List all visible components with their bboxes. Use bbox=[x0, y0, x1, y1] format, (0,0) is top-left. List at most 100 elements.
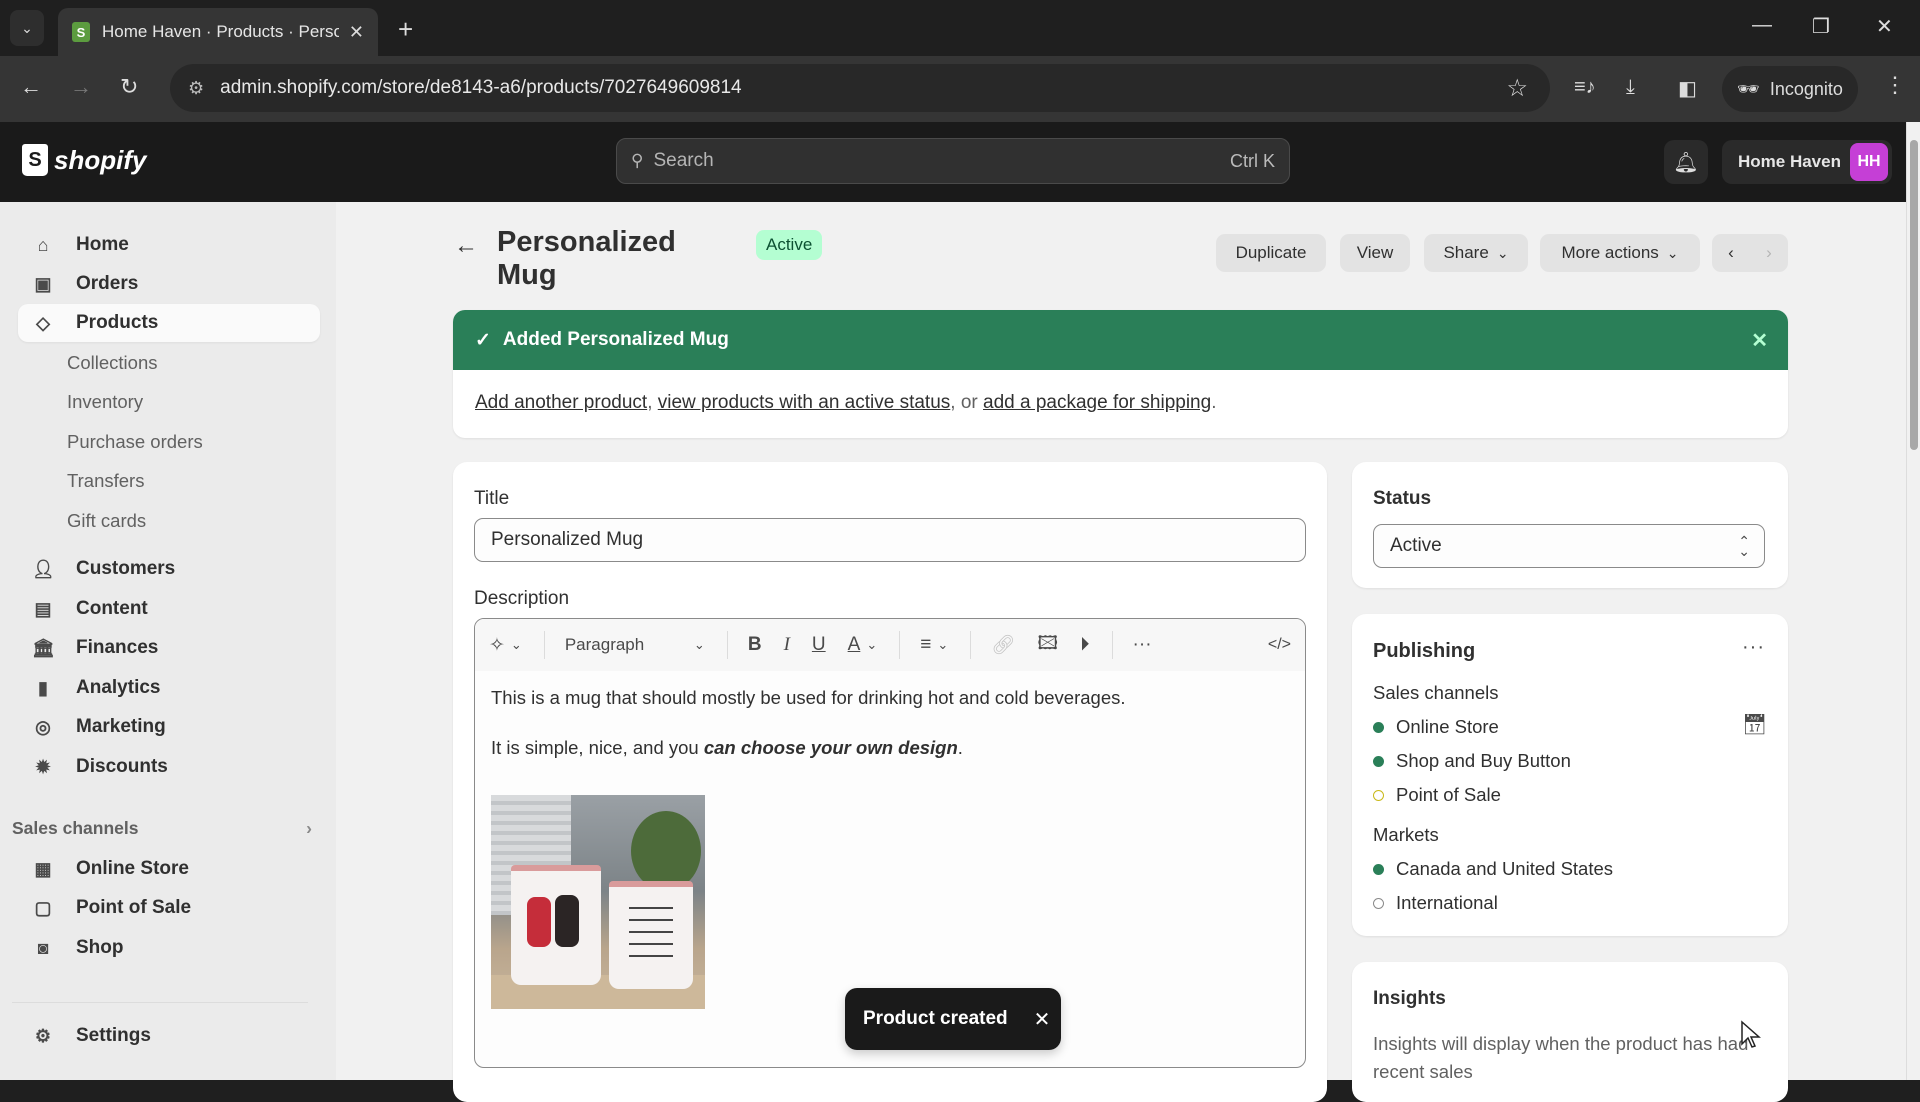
download-icon[interactable]: ⤓ bbox=[1626, 76, 1635, 99]
page-scrollbar[interactable] bbox=[1906, 122, 1920, 1080]
description-text: . bbox=[957, 737, 963, 758]
align-left-icon: ≡ bbox=[920, 634, 932, 655]
image-mug-right bbox=[609, 881, 693, 989]
search-input[interactable]: ⚲ Search Ctrl K bbox=[616, 138, 1290, 184]
mug-text-line bbox=[629, 955, 673, 957]
sidebar-item-label: Discounts bbox=[76, 756, 168, 777]
sidebar-item-marketing[interactable]: ◎ Marketing bbox=[18, 708, 320, 746]
toolbar-divider bbox=[899, 631, 901, 659]
publishing-title: Publishing bbox=[1373, 640, 1476, 662]
shopify-logo[interactable]: S shopify bbox=[22, 144, 146, 176]
mouse-cursor-icon bbox=[1741, 1020, 1761, 1048]
url-text: admin.shopify.com/store/de8143-a6/produc… bbox=[220, 77, 742, 98]
add-another-product-link[interactable]: Add another product bbox=[475, 392, 647, 413]
toast-message: Product created bbox=[863, 1008, 1008, 1029]
chevron-right-icon: › bbox=[306, 818, 312, 838]
product-image[interactable] bbox=[491, 795, 705, 1009]
minimize-icon[interactable]: — bbox=[1752, 14, 1772, 37]
share-button[interactable]: Share ⌄ bbox=[1424, 234, 1528, 272]
logo-text: shopify bbox=[54, 144, 147, 175]
close-window-icon[interactable]: ✕ bbox=[1876, 14, 1893, 39]
close-banner-icon[interactable]: ✕ bbox=[1751, 328, 1768, 353]
channel-online-store: Online Store bbox=[1373, 716, 1499, 738]
more-actions-button[interactable]: More actions ⌄ bbox=[1540, 234, 1700, 272]
close-toast-icon[interactable]: ✕ bbox=[1034, 1007, 1051, 1032]
sidebar-item-shop[interactable]: ◙ Shop bbox=[18, 929, 320, 967]
duplicate-button[interactable]: Duplicate bbox=[1216, 234, 1326, 272]
sidebar-item-products[interactable]: ◇ Products bbox=[18, 304, 320, 342]
site-settings-icon[interactable]: ⚙ bbox=[188, 78, 204, 99]
view-button[interactable]: View bbox=[1340, 234, 1410, 272]
scrollbar-thumb[interactable] bbox=[1910, 140, 1918, 450]
more-formatting-button[interactable]: ··· bbox=[1133, 634, 1152, 656]
reload-icon[interactable]: ↻ bbox=[120, 74, 138, 100]
sidebar-item-home[interactable]: ⌂ Home bbox=[18, 226, 320, 264]
schedule-calendar-icon[interactable]: 📅︎ bbox=[1742, 712, 1767, 737]
star-icon[interactable]: ☆ bbox=[1506, 74, 1528, 103]
previous-product-icon[interactable]: ‹ bbox=[1728, 243, 1734, 263]
view-active-products-link[interactable]: view products with an active status bbox=[658, 392, 951, 413]
insert-image-icon[interactable]: 🖾 bbox=[1037, 629, 1058, 661]
gear-icon: ⚙ bbox=[34, 1025, 52, 1046]
text-color-button[interactable]: A ⌄ bbox=[848, 634, 878, 656]
sidebar-subitem-purchase-orders[interactable]: Purchase orders bbox=[67, 431, 203, 453]
bold-button[interactable]: B bbox=[748, 634, 762, 656]
inbox-icon: ▣ bbox=[34, 273, 52, 294]
link-icon[interactable]: 🔗︎ bbox=[991, 633, 1015, 657]
address-bar[interactable]: ⚙ admin.shopify.com/store/de8143-a6/prod… bbox=[170, 64, 1550, 112]
share-label: Share bbox=[1443, 243, 1489, 262]
browser-tab[interactable]: S Home Haven · Products · Personalized M… bbox=[58, 8, 378, 56]
next-product-icon[interactable]: › bbox=[1766, 243, 1772, 263]
add-package-link[interactable]: add a package for shipping bbox=[983, 392, 1211, 413]
italic-button[interactable]: I bbox=[784, 634, 790, 656]
sidebar-item-orders[interactable]: ▣ Orders bbox=[18, 265, 320, 303]
back-arrow-icon[interactable]: ← bbox=[454, 232, 478, 260]
kebab-menu-icon[interactable]: ⋮ bbox=[1884, 72, 1906, 98]
sidebar-subitem-transfers[interactable]: Transfers bbox=[67, 470, 144, 492]
tab-list-button[interactable]: ⌄ bbox=[10, 10, 44, 46]
description-label: Description bbox=[474, 588, 570, 609]
sidebar-item-content[interactable]: ▤ Content bbox=[18, 590, 320, 628]
sidebar-item-label: Finances bbox=[76, 637, 159, 658]
side-panel-icon[interactable]: ◧ bbox=[1678, 76, 1697, 101]
media-controls-icon[interactable]: ≡♪ bbox=[1574, 76, 1596, 99]
sidebar-subitem-gift-cards[interactable]: Gift cards bbox=[67, 510, 146, 532]
sales-channels-heading: Sales channels bbox=[1373, 682, 1499, 703]
sales-channels-header[interactable]: Sales channels › bbox=[12, 818, 312, 839]
publishing-more-icon[interactable]: ··· bbox=[1742, 636, 1765, 659]
notifications-button[interactable]: 🔔︎ bbox=[1664, 140, 1708, 184]
browser-tab-bar: ⌄ S Home Haven · Products · Personalized… bbox=[0, 0, 1920, 56]
new-tab-button[interactable]: + bbox=[398, 14, 413, 45]
incognito-indicator[interactable]: 🕶 Incognito bbox=[1722, 66, 1858, 112]
sidebar-item-finances[interactable]: 🏛︎ Finances bbox=[18, 629, 320, 667]
align-button[interactable]: ≡ ⌄ bbox=[920, 634, 948, 656]
sidebar-item-label: Online Store bbox=[76, 858, 189, 879]
title-input[interactable]: Personalized Mug bbox=[474, 518, 1306, 562]
sidebar-subitem-collections[interactable]: Collections bbox=[67, 352, 158, 374]
sidebar-item-label: Orders bbox=[76, 273, 139, 294]
sidebar-item-analytics[interactable]: ▮ Analytics bbox=[18, 669, 320, 707]
format-select[interactable]: Paragraph ⌄ bbox=[565, 635, 705, 655]
sidebar-item-settings[interactable]: ⚙ Settings bbox=[18, 1017, 320, 1055]
select-arrows-icon: ⌃ ⌄ bbox=[1738, 533, 1750, 559]
underline-button[interactable]: U bbox=[812, 634, 826, 656]
code-view-button[interactable]: </> bbox=[1268, 636, 1291, 654]
sidebar-subitem-inventory[interactable]: Inventory bbox=[67, 391, 143, 413]
sidebar-item-point-of-sale[interactable]: ▢ Point of Sale bbox=[18, 889, 320, 927]
store-menu-button[interactable]: Home Haven HH bbox=[1722, 140, 1892, 184]
insert-video-icon[interactable]: ⏵ bbox=[1080, 634, 1090, 656]
chevron-down-icon: ⌄ bbox=[1496, 244, 1509, 261]
status-select[interactable]: Active ⌃ ⌄ bbox=[1373, 524, 1765, 568]
restore-window-icon[interactable]: ❐ bbox=[1812, 14, 1830, 39]
sidebar-item-online-store[interactable]: ▦ Online Store bbox=[18, 850, 320, 888]
sidebar-item-discounts[interactable]: ✹ Discounts bbox=[18, 748, 320, 786]
back-arrow-icon[interactable]: ← bbox=[20, 74, 42, 100]
sidebar-item-customers[interactable]: 👤︎ Customers bbox=[18, 550, 320, 588]
close-tab-icon[interactable]: ✕ bbox=[349, 22, 364, 43]
ai-generate-button[interactable]: ✧ ⌄ bbox=[489, 634, 522, 657]
person-icon: 👤︎ bbox=[32, 558, 55, 579]
publishing-card: Publishing ··· Sales channels Online Sto… bbox=[1352, 614, 1788, 936]
bar-chart-icon: ▮ bbox=[38, 677, 48, 698]
mug-art bbox=[527, 897, 551, 947]
forward-arrow-icon[interactable]: → bbox=[70, 74, 92, 100]
